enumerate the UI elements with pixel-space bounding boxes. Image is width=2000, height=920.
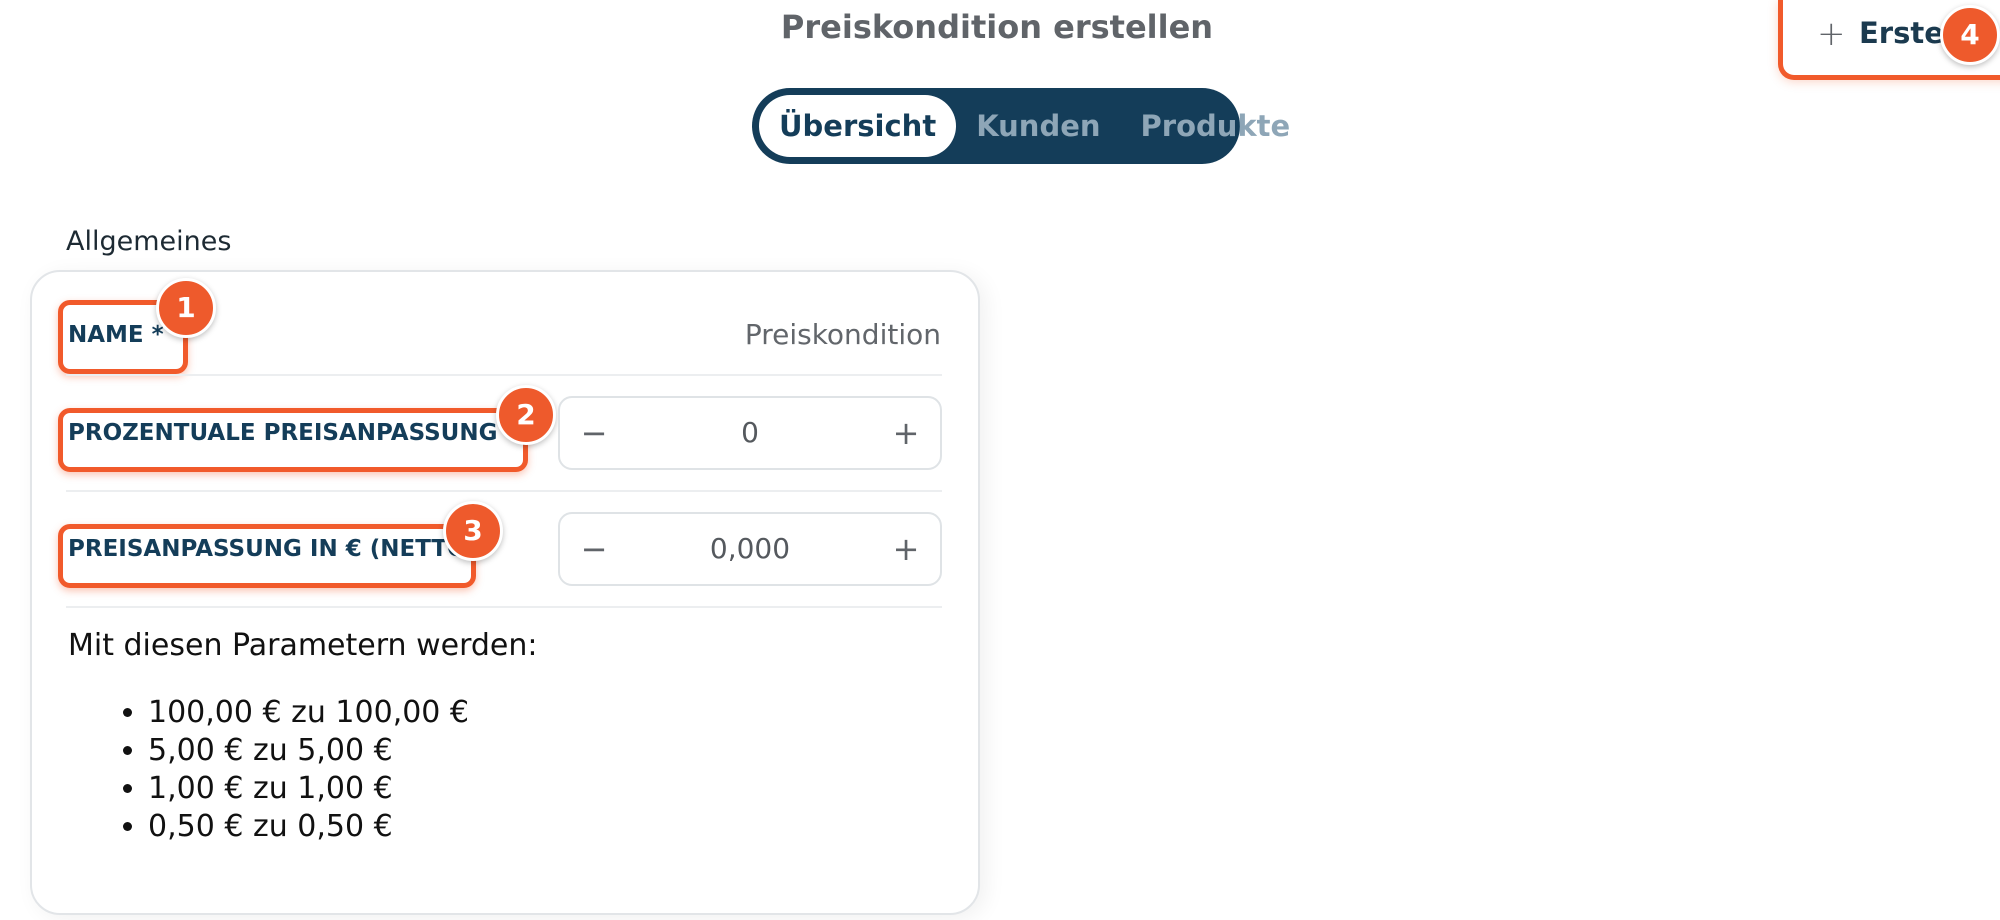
- list-item: 0,50 € zu 0,50 €: [148, 808, 469, 846]
- percent-label: PROZENTUALE PREISANPASSUNG %: [68, 420, 529, 446]
- euro-stepper: − 0,000 +: [558, 512, 942, 586]
- annotation-badge-1: 1: [156, 278, 216, 338]
- minus-icon[interactable]: −: [564, 398, 624, 468]
- divider: [66, 374, 942, 376]
- euro-label: PREISANPASSUNG IN € (NETTO): [68, 536, 478, 562]
- plus-icon[interactable]: +: [876, 398, 936, 468]
- tab-uebersicht[interactable]: Übersicht: [759, 95, 957, 157]
- name-field[interactable]: Preiskondition: [745, 318, 941, 351]
- minus-icon[interactable]: −: [564, 514, 624, 584]
- tab-bar: Übersicht Kunden Produkte: [752, 88, 1290, 164]
- tab-kunden[interactable]: Kunden: [956, 95, 1120, 157]
- euro-input[interactable]: 0,000: [630, 514, 870, 584]
- list-item: 100,00 € zu 100,00 €: [148, 694, 469, 732]
- percent-stepper: − 0 +: [558, 396, 942, 470]
- list-item: 1,00 € zu 1,00 €: [148, 770, 469, 808]
- percent-input[interactable]: 0: [630, 398, 870, 468]
- plus-icon: +: [1817, 14, 1846, 54]
- annotation-badge-3: 3: [443, 501, 503, 561]
- list-item: 5,00 € zu 5,00 €: [148, 732, 469, 770]
- plus-icon[interactable]: +: [876, 514, 936, 584]
- tab-produkte[interactable]: Produkte: [1121, 95, 1311, 157]
- annotation-badge-2: 2: [496, 385, 556, 445]
- name-label: NAME *: [68, 322, 164, 348]
- divider: [66, 606, 942, 608]
- section-title: Allgemeines: [66, 226, 232, 257]
- page: Preiskondition erstellen Übersicht Kunde…: [0, 0, 2000, 920]
- price-list: 100,00 € zu 100,00 € 5,00 € zu 5,00 € 1,…: [68, 694, 469, 846]
- summary-intro: Mit diesen Parametern werden:: [68, 628, 538, 663]
- annotation-badge-4: 4: [1940, 5, 2000, 65]
- divider: [66, 490, 942, 492]
- page-title: Preiskondition erstellen: [780, 8, 1214, 46]
